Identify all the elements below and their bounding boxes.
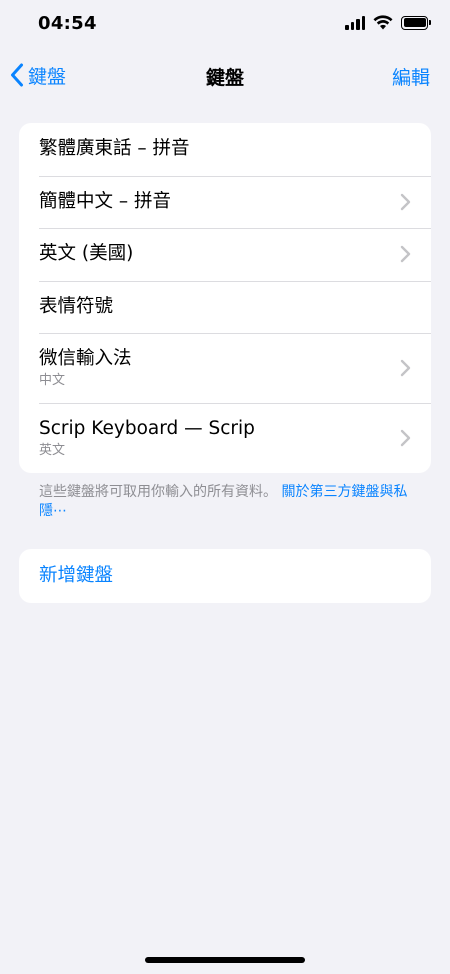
navigation-bar: 鍵盤 鍵盤 編輯	[0, 50, 450, 100]
keyboard-title: Scrip Keyboard — Scrip	[39, 418, 255, 439]
status-time: 04:54	[38, 13, 97, 34]
keyboard-row-scrip[interactable]: Scrip Keyboard — Scrip 英文	[19, 403, 431, 473]
keyboard-title: 繁體廣東話 – 拼音	[39, 138, 190, 160]
keyboards-list: 繁體廣東話 – 拼音 簡體中文 – 拼音 英文 (美國) 表情符號 微信輸入法 …	[19, 123, 431, 473]
screen: 04:54 鍵盤 鍵盤 編輯 繁體廣東話 – 拼音 簡體中文 – 拼音 英文 (…	[0, 0, 450, 974]
keyboard-row-cantonese-pinyin[interactable]: 繁體廣東話 – 拼音	[19, 123, 431, 176]
keyboard-title: 英文 (美國)	[39, 243, 134, 265]
add-keyboard-button[interactable]: 新增鍵盤	[19, 549, 431, 603]
status-bar: 04:54	[0, 0, 450, 50]
keyboard-row-wechat[interactable]: 微信輸入法 中文	[19, 333, 431, 403]
privacy-note-text: 這些鍵盤將可取用你輸入的所有資料。	[39, 484, 277, 500]
cellular-signal-icon	[345, 15, 365, 30]
page-title: 鍵盤	[205, 67, 244, 89]
keyboard-title: 簡體中文 – 拼音	[39, 190, 172, 212]
keyboard-row-emoji[interactable]: 表情符號	[19, 280, 431, 334]
battery-icon	[401, 15, 431, 30]
keyboard-title: 表情符號	[39, 295, 114, 317]
home-indicator[interactable]	[145, 957, 305, 963]
keyboard-language: 英文	[39, 443, 66, 458]
keyboard-row-simplified-pinyin[interactable]: 簡體中文 – 拼音	[19, 175, 431, 229]
keyboard-title: 微信輸入法	[39, 348, 132, 369]
status-icons	[345, 15, 431, 30]
chevron-right-icon	[400, 359, 411, 377]
chevron-right-icon	[400, 193, 411, 210]
privacy-note: 這些鍵盤將可取用你輸入的所有資料。 關於第三方鍵盤與私隱⋯	[39, 483, 419, 521]
wifi-icon	[373, 15, 393, 30]
add-keyboard-group: 新增鍵盤	[19, 549, 431, 603]
keyboard-language: 中文	[39, 373, 66, 388]
edit-button[interactable]: 編輯	[392, 63, 430, 90]
keyboard-row-english-us[interactable]: 英文 (美國)	[19, 228, 431, 281]
chevron-right-icon	[400, 246, 411, 263]
add-keyboard-label: 新增鍵盤	[39, 565, 114, 586]
chevron-right-icon	[400, 429, 411, 447]
